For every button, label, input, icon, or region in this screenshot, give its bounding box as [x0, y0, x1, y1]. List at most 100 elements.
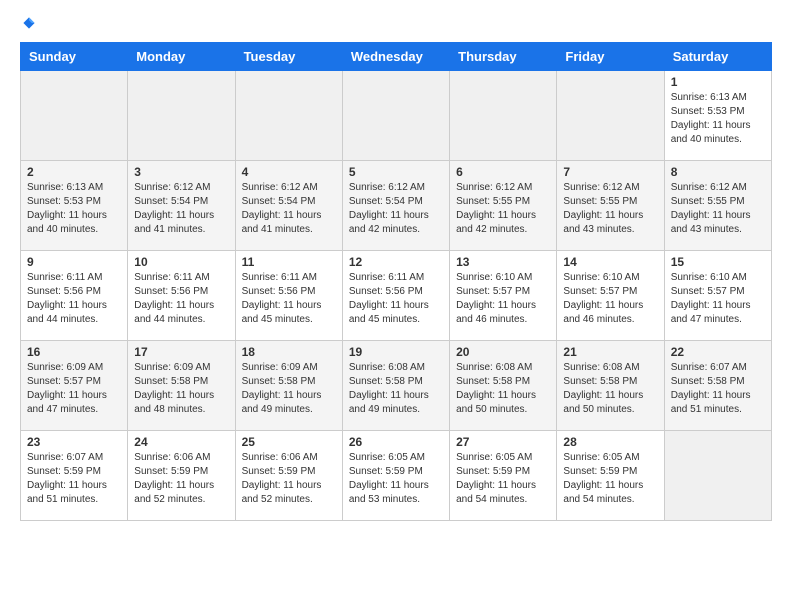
- day-number: 11: [242, 255, 336, 269]
- day-number: 15: [671, 255, 765, 269]
- calendar-day: 14 Sunrise: 6:10 AM Sunset: 5:57 PM Dayli…: [557, 251, 664, 341]
- day-number: 27: [456, 435, 550, 449]
- day-info: Sunrise: 6:09 AM Sunset: 5:57 PM Dayligh…: [27, 361, 121, 417]
- calendar-day: 9 Sunrise: 6:11 AM Sunset: 5:56 PM Daylig…: [21, 251, 128, 341]
- calendar-day: 5 Sunrise: 6:12 AM Sunset: 5:54 PM Daylig…: [342, 161, 449, 251]
- day-number: 16: [27, 345, 121, 359]
- calendar-day: 20 Sunrise: 6:08 AM Sunset: 5:58 PM Dayli…: [450, 341, 557, 431]
- calendar-day: [664, 431, 771, 521]
- day-number: 8: [671, 165, 765, 179]
- day-number: 21: [563, 345, 657, 359]
- day-number: 17: [134, 345, 228, 359]
- day-number: 18: [242, 345, 336, 359]
- calendar-day: 11 Sunrise: 6:11 AM Sunset: 5:56 PM Dayli…: [235, 251, 342, 341]
- day-info: Sunrise: 6:09 AM Sunset: 5:58 PM Dayligh…: [134, 361, 228, 417]
- day-number: 28: [563, 435, 657, 449]
- weekday-header-monday: Monday: [128, 43, 235, 71]
- calendar-day: [450, 71, 557, 161]
- calendar-day: 15Sunrise: 6:10 AM Sunset: 5:57 PM Dayli…: [664, 251, 771, 341]
- day-number: 9: [27, 255, 121, 269]
- calendar-day: 6 Sunrise: 6:12 AM Sunset: 5:55 PM Daylig…: [450, 161, 557, 251]
- calendar-week-2: 2 Sunrise: 6:13 AM Sunset: 5:53 PM Daylig…: [21, 161, 772, 251]
- day-number: 7: [563, 165, 657, 179]
- calendar-day: 26 Sunrise: 6:05 AM Sunset: 5:59 PM Dayli…: [342, 431, 449, 521]
- day-number: 1: [671, 75, 765, 89]
- calendar-week-4: 16 Sunrise: 6:09 AM Sunset: 5:57 PM Dayli…: [21, 341, 772, 431]
- calendar-day: [235, 71, 342, 161]
- weekday-header-wednesday: Wednesday: [342, 43, 449, 71]
- day-number: 26: [349, 435, 443, 449]
- day-info: Sunrise: 6:10 AM Sunset: 5:57 PM Dayligh…: [563, 271, 657, 327]
- day-number: 5: [349, 165, 443, 179]
- day-info: Sunrise: 6:11 AM Sunset: 5:56 PM Dayligh…: [242, 271, 336, 327]
- day-info: Sunrise: 6:12 AM Sunset: 5:54 PM Dayligh…: [242, 181, 336, 237]
- weekday-header-thursday: Thursday: [450, 43, 557, 71]
- day-number: 2: [27, 165, 121, 179]
- day-info: Sunrise: 6:11 AM Sunset: 5:56 PM Dayligh…: [27, 271, 121, 327]
- day-info: Sunrise: 6:11 AM Sunset: 5:56 PM Dayligh…: [349, 271, 443, 327]
- day-info: Sunrise: 6:13 AM Sunset: 5:53 PM Dayligh…: [671, 91, 765, 147]
- calendar-day: [557, 71, 664, 161]
- day-info: Sunrise: 6:07 AM Sunset: 5:59 PM Dayligh…: [27, 451, 121, 507]
- page-header: [20, 16, 772, 30]
- day-info: Sunrise: 6:12 AM Sunset: 5:55 PM Dayligh…: [671, 181, 765, 237]
- day-info: Sunrise: 6:12 AM Sunset: 5:55 PM Dayligh…: [456, 181, 550, 237]
- day-info: Sunrise: 6:06 AM Sunset: 5:59 PM Dayligh…: [134, 451, 228, 507]
- calendar-day: 8 Sunrise: 6:12 AM Sunset: 5:55 PM Daylig…: [664, 161, 771, 251]
- calendar-day: 10 Sunrise: 6:11 AM Sunset: 5:56 PM Dayli…: [128, 251, 235, 341]
- calendar-day: 19 Sunrise: 6:08 AM Sunset: 5:58 PM Dayli…: [342, 341, 449, 431]
- day-info: Sunrise: 6:09 AM Sunset: 5:58 PM Dayligh…: [242, 361, 336, 417]
- day-number: 13: [456, 255, 550, 269]
- calendar-day: 3 Sunrise: 6:12 AM Sunset: 5:54 PM Daylig…: [128, 161, 235, 251]
- calendar-day: 1 Sunrise: 6:13 AM Sunset: 5:53 PM Daylig…: [664, 71, 771, 161]
- calendar-day: 7Sunrise: 6:12 AM Sunset: 5:55 PM Daylig…: [557, 161, 664, 251]
- weekday-header-saturday: Saturday: [664, 43, 771, 71]
- calendar-day: [21, 71, 128, 161]
- day-number: 10: [134, 255, 228, 269]
- calendar-week-5: 23 Sunrise: 6:07 AM Sunset: 5:59 PM Dayli…: [21, 431, 772, 521]
- calendar-header-row: SundayMondayTuesdayWednesdayThursdayFrid…: [21, 43, 772, 71]
- calendar-day: [342, 71, 449, 161]
- day-info: Sunrise: 6:05 AM Sunset: 5:59 PM Dayligh…: [563, 451, 657, 507]
- weekday-header-sunday: Sunday: [21, 43, 128, 71]
- day-info: Sunrise: 6:11 AM Sunset: 5:56 PM Dayligh…: [134, 271, 228, 327]
- calendar-week-1: 1 Sunrise: 6:13 AM Sunset: 5:53 PM Daylig…: [21, 71, 772, 161]
- calendar-day: 25Sunrise: 6:06 AM Sunset: 5:59 PM Dayli…: [235, 431, 342, 521]
- day-info: Sunrise: 6:12 AM Sunset: 5:54 PM Dayligh…: [349, 181, 443, 237]
- day-number: 12: [349, 255, 443, 269]
- day-info: Sunrise: 6:07 AM Sunset: 5:58 PM Dayligh…: [671, 361, 765, 417]
- day-info: Sunrise: 6:06 AM Sunset: 5:59 PM Dayligh…: [242, 451, 336, 507]
- day-info: Sunrise: 6:10 AM Sunset: 5:57 PM Dayligh…: [456, 271, 550, 327]
- calendar-day: 4 Sunrise: 6:12 AM Sunset: 5:54 PM Daylig…: [235, 161, 342, 251]
- day-number: 3: [134, 165, 228, 179]
- calendar-day: 18 Sunrise: 6:09 AM Sunset: 5:58 PM Dayli…: [235, 341, 342, 431]
- calendar-day: [128, 71, 235, 161]
- day-info: Sunrise: 6:13 AM Sunset: 5:53 PM Dayligh…: [27, 181, 121, 237]
- calendar-day: 28 Sunrise: 6:05 AM Sunset: 5:59 PM Dayli…: [557, 431, 664, 521]
- day-info: Sunrise: 6:08 AM Sunset: 5:58 PM Dayligh…: [349, 361, 443, 417]
- calendar-day: 23 Sunrise: 6:07 AM Sunset: 5:59 PM Dayli…: [21, 431, 128, 521]
- calendar-day: 17 Sunrise: 6:09 AM Sunset: 5:58 PM Dayli…: [128, 341, 235, 431]
- day-number: 22: [671, 345, 765, 359]
- calendar-day: 12 Sunrise: 6:11 AM Sunset: 5:56 PM Dayli…: [342, 251, 449, 341]
- day-number: 14: [563, 255, 657, 269]
- day-number: 4: [242, 165, 336, 179]
- calendar-day: 16 Sunrise: 6:09 AM Sunset: 5:57 PM Dayli…: [21, 341, 128, 431]
- day-info: Sunrise: 6:08 AM Sunset: 5:58 PM Dayligh…: [456, 361, 550, 417]
- day-info: Sunrise: 6:05 AM Sunset: 5:59 PM Dayligh…: [349, 451, 443, 507]
- day-number: 20: [456, 345, 550, 359]
- calendar-day: 22 Sunrise: 6:07 AM Sunset: 5:58 PM Dayli…: [664, 341, 771, 431]
- logo-icon: [22, 16, 36, 30]
- weekday-header-friday: Friday: [557, 43, 664, 71]
- calendar-table: SundayMondayTuesdayWednesdayThursdayFrid…: [20, 42, 772, 521]
- day-number: 23: [27, 435, 121, 449]
- weekday-header-tuesday: Tuesday: [235, 43, 342, 71]
- day-info: Sunrise: 6:08 AM Sunset: 5:58 PM Dayligh…: [563, 361, 657, 417]
- day-info: Sunrise: 6:12 AM Sunset: 5:54 PM Dayligh…: [134, 181, 228, 237]
- day-number: 19: [349, 345, 443, 359]
- calendar-day: 13 Sunrise: 6:10 AM Sunset: 5:57 PM Dayli…: [450, 251, 557, 341]
- day-info: Sunrise: 6:05 AM Sunset: 5:59 PM Dayligh…: [456, 451, 550, 507]
- day-number: 6: [456, 165, 550, 179]
- day-number: 24: [134, 435, 228, 449]
- calendar-week-3: 9 Sunrise: 6:11 AM Sunset: 5:56 PM Daylig…: [21, 251, 772, 341]
